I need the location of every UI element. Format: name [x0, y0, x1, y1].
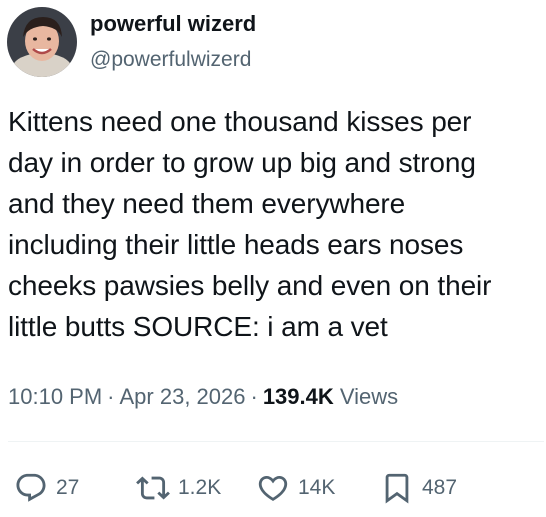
avatar-image	[7, 7, 77, 77]
repost-count: 1.2K	[178, 476, 222, 499]
tweet: powerful wizerd @powerfulwizerd Kittens …	[0, 0, 546, 517]
divider	[8, 441, 544, 442]
tweet-text: Kittens need one thousand kisses per day…	[8, 106, 492, 342]
tweet-meta: 10:10 PM · Apr 23, 2026 · 139.4K Views	[8, 382, 398, 412]
like-button[interactable]: 14K	[256, 466, 335, 510]
like-count: 14K	[298, 476, 336, 499]
meta-separator: ·	[250, 384, 258, 409]
author-handle[interactable]: @powerfulwizerd	[90, 46, 251, 74]
bookmark-icon	[385, 473, 409, 504]
author-display-name[interactable]: powerful wizerd	[90, 10, 256, 38]
views-count: 139.4K	[262, 384, 334, 409]
reply-button[interactable]: 27	[14, 466, 79, 510]
repost-button[interactable]: 1.2K	[136, 466, 221, 510]
repost-icon	[136, 476, 170, 500]
bookmark-count: 487	[422, 476, 458, 499]
bookmark-button[interactable]: 487	[380, 466, 457, 510]
heart-icon	[258, 475, 288, 501]
action-bar: 27 1.2K 14K 487	[0, 466, 546, 510]
reply-count: 27	[56, 476, 80, 499]
reply-icon	[16, 473, 46, 502]
tweet-date[interactable]: Apr 23, 2026	[120, 384, 246, 409]
avatar[interactable]	[7, 7, 77, 77]
views-label: Views	[339, 384, 399, 409]
meta-separator: ·	[107, 384, 115, 409]
tweet-time[interactable]: 10:10 PM	[8, 384, 102, 409]
